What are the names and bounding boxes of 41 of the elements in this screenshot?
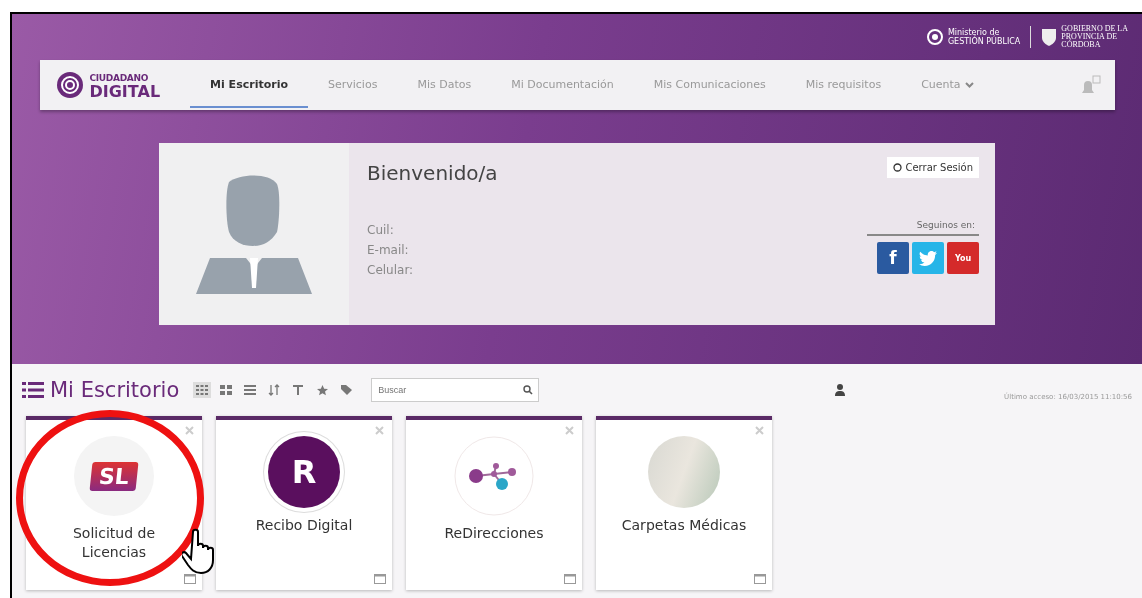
- tile-title: Recibo Digital: [254, 516, 354, 535]
- welcome-heading: Bienvenido/a: [367, 161, 499, 185]
- bird-icon: [919, 250, 937, 266]
- grid-view-icon[interactable]: [193, 382, 212, 398]
- facebook-button[interactable]: f: [877, 242, 909, 274]
- government-logo: GOBIERNO DE LA PROVINCIA DE CÓRDOBA: [1061, 25, 1128, 49]
- network-icon: [454, 436, 534, 516]
- circle-logo-icon: [925, 28, 944, 46]
- close-icon[interactable]: [375, 426, 384, 435]
- app-tile[interactable]: ReDirecciones: [406, 416, 582, 590]
- search-icon: [523, 385, 534, 395]
- power-icon: [893, 163, 903, 172]
- tile-title: Solicitud de Licencias: [72, 524, 156, 562]
- nav-tab[interactable]: Mi Escritorio: [190, 62, 308, 108]
- field-label: E-mail:: [367, 243, 410, 257]
- user-icon[interactable]: [835, 384, 846, 396]
- ministry-logo: Ministerio de GESTIÓN PÚBLICA: [947, 28, 1021, 46]
- field-label: Celular:: [367, 263, 415, 277]
- app-tile[interactable]: Carpetas Médicas: [596, 416, 772, 590]
- logout-button[interactable]: Cerrar Sesión: [887, 157, 979, 178]
- calendar-icon[interactable]: [754, 574, 766, 584]
- calendar-icon[interactable]: [374, 574, 386, 584]
- sl-logo-icon: SL: [74, 436, 154, 516]
- tile-title: Carpetas Médicas: [620, 516, 748, 535]
- youtube-button[interactable]: You: [947, 242, 979, 274]
- close-icon[interactable]: [185, 426, 194, 435]
- twitter-button[interactable]: [912, 242, 944, 274]
- app-tile[interactable]: SL Solicitud de Licencias: [26, 416, 202, 590]
- calendar-icon[interactable]: [564, 574, 576, 584]
- close-icon[interactable]: [755, 426, 764, 435]
- hand-cursor-icon: [182, 528, 214, 574]
- field-label: Cuil:: [367, 223, 395, 237]
- list-icon: [22, 381, 44, 399]
- brand-logo: CIUDADANO DIGITAL: [89, 72, 161, 98]
- desk-title: Mi Escritorio: [50, 378, 180, 402]
- tile-title: ReDirecciones: [443, 524, 545, 543]
- calendar-icon[interactable]: [184, 574, 196, 584]
- follow-label: Seguinos en:: [867, 220, 979, 236]
- search-field[interactable]: Buscar: [371, 378, 540, 402]
- app-tile[interactable]: R Recibo Digital: [216, 416, 392, 590]
- close-icon[interactable]: [565, 426, 574, 435]
